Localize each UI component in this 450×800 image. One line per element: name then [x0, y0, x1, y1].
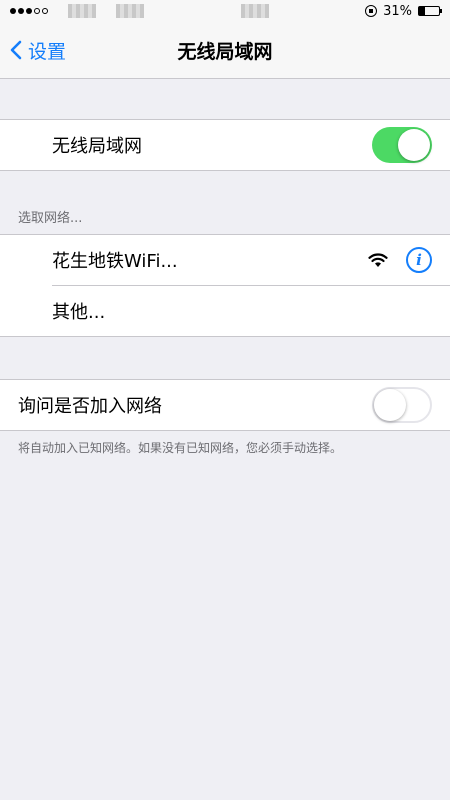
battery-percent: 31%: [383, 3, 412, 19]
wifi-icon: [368, 253, 388, 267]
wifi-toggle[interactable]: [372, 127, 432, 163]
network-name: 花生地铁WiFi...: [52, 251, 178, 272]
back-label: 设置: [28, 40, 67, 63]
networks-header: 选取网络...: [18, 211, 83, 226]
wifi-group: 无线局域网: [0, 119, 450, 171]
back-button[interactable]: 设置: [10, 22, 66, 78]
networks-list: 花生地铁WiFi... i 其他...: [0, 234, 450, 337]
ask-join-label: 询问是否加入网络: [18, 396, 162, 417]
navigation-bar: 设置 无线局域网: [0, 22, 450, 79]
info-icon[interactable]: i: [406, 247, 432, 273]
wifi-label: 无线局域网: [52, 136, 142, 157]
battery-icon: [418, 6, 442, 16]
ask-join-footer: 将自动加入已知网络。如果没有已知网络，您必须手动选择。: [18, 441, 343, 455]
chevron-left-icon: [10, 40, 22, 60]
status-bar: 31%: [0, 0, 450, 22]
ask-join-group: 询问是否加入网络: [0, 379, 450, 431]
wifi-row: 无线局域网: [0, 120, 450, 170]
page-title: 无线局域网: [177, 40, 273, 63]
other-network-item[interactable]: 其他...: [52, 285, 450, 336]
signal-strength: [10, 4, 144, 18]
time-redacted: [240, 4, 269, 18]
other-network-label: 其他...: [52, 302, 106, 323]
rotation-lock-icon: [365, 5, 378, 17]
ask-join-toggle[interactable]: [372, 387, 432, 423]
carrier-redacted: [116, 4, 144, 18]
network-item[interactable]: 花生地铁WiFi... i: [0, 235, 450, 285]
carrier-redacted: [68, 4, 96, 18]
ask-join-row: 询问是否加入网络: [0, 380, 450, 430]
